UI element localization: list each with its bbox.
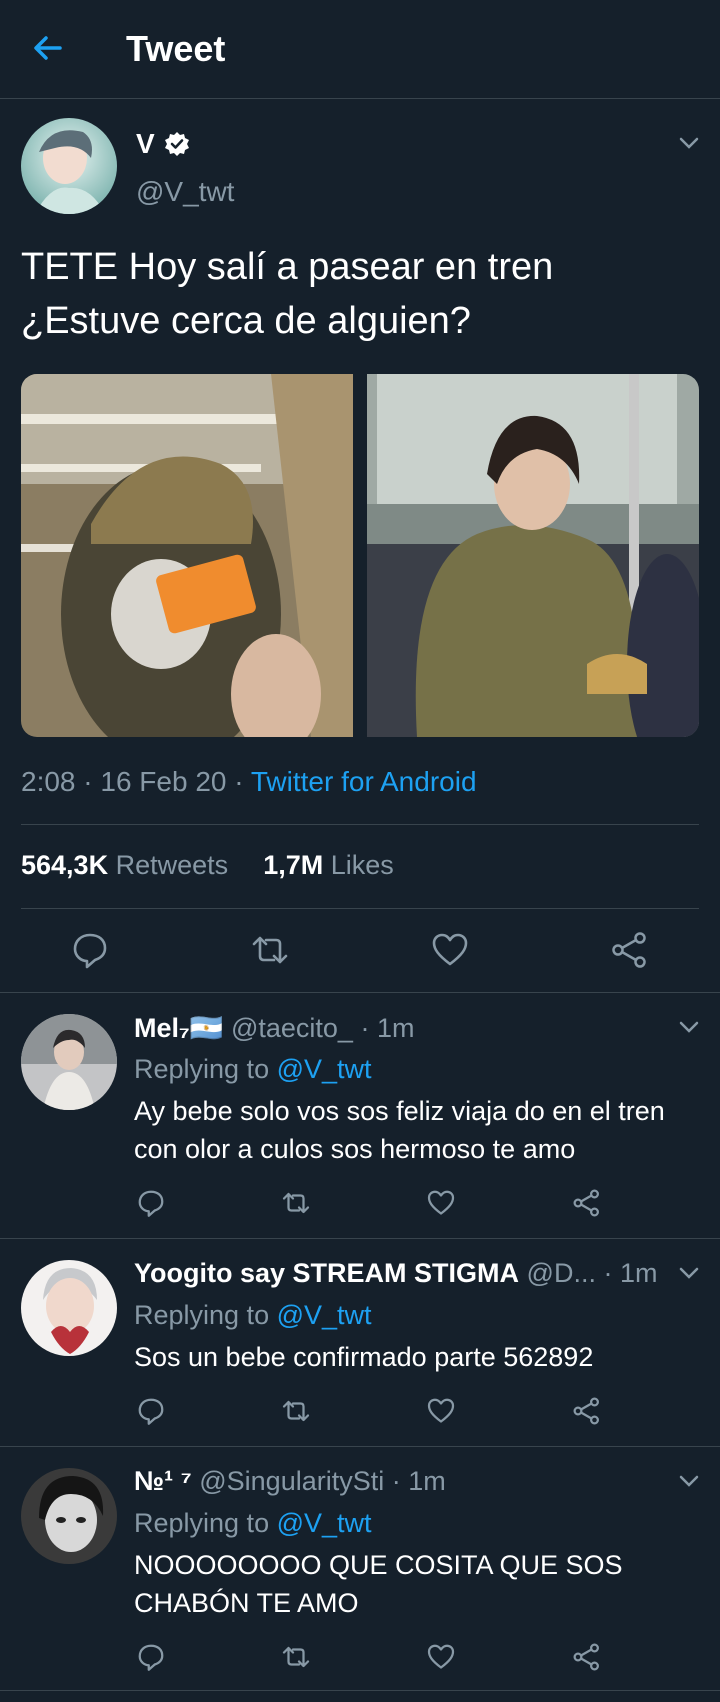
likes-count: 1,7M [263, 850, 324, 880]
like-heart-icon[interactable] [426, 1642, 456, 1672]
likes-stat[interactable]: 1,7M Likes [263, 850, 394, 880]
author-name-row[interactable]: V [136, 128, 191, 160]
retweets-count: 564,3K [21, 850, 109, 880]
divider [21, 908, 699, 909]
reply-text: NOOOOOOOO QUE COSITA QUE SOS CHABÓN TE A… [134, 1546, 704, 1622]
reply-header: №¹ ⁷ @SingularitySti · 1m [134, 1466, 446, 1497]
chevron-down-icon[interactable] [676, 130, 702, 156]
reply-text-line-1: Ay bebe solo vos sos feliz viaja do en e… [134, 1096, 665, 1126]
tweet-stats: 564,3K Retweets 1,7M Likes [21, 850, 394, 881]
tweet-timestamp: 2:08 · 16 Feb 20 · [21, 766, 251, 797]
author-handle[interactable]: @V_twt [136, 176, 234, 208]
divider [0, 1690, 720, 1691]
reply-header: Yoogito say STREAM STIGMA @D... · 1m [134, 1258, 657, 1289]
chevron-down-icon[interactable] [676, 1468, 702, 1494]
reply-time: · 1m [360, 1013, 415, 1043]
replying-to-label: Replying to [134, 1300, 270, 1330]
reply-author-handle[interactable]: @D... [527, 1258, 596, 1288]
reply-text: Sos un bebe confirmado parte 562892 [134, 1338, 704, 1376]
reply-avatar[interactable] [21, 1260, 117, 1356]
reply-author-handle[interactable]: @taecito_ [231, 1013, 353, 1043]
retweet-icon[interactable] [281, 1642, 311, 1672]
reply-header: Mel₇🇦🇷 @taecito_ · 1m [134, 1012, 414, 1044]
reply-text-line-2: con olor a culos sos hermoso te amo [134, 1134, 576, 1164]
reply-icon[interactable] [136, 1642, 166, 1672]
tweet-text-line-2: ¿Estuve cerca de alguien? [21, 300, 471, 342]
replying-to-label: Replying to [134, 1054, 270, 1084]
replying-to-handle[interactable]: @V_twt [277, 1054, 372, 1084]
chevron-down-icon[interactable] [676, 1014, 702, 1040]
divider [0, 1446, 720, 1447]
app-header: Tweet [0, 0, 720, 99]
share-icon[interactable] [572, 1396, 602, 1426]
reply-author-name[interactable]: Yoogito say STREAM STIGMA [134, 1258, 519, 1288]
divider [0, 992, 720, 993]
share-icon[interactable] [610, 930, 650, 970]
retweet-icon[interactable] [281, 1396, 311, 1426]
like-heart-icon[interactable] [430, 930, 470, 970]
retweets-stat[interactable]: 564,3K Retweets [21, 850, 228, 880]
reply-time: · 1m [391, 1466, 446, 1496]
tweet-text-line-1: TETE Hoy salí a pasear en tren [21, 246, 554, 288]
reply-text: Ay bebe solo vos sos feliz viaja do en e… [134, 1092, 704, 1168]
replying-to: Replying to @V_twt [134, 1508, 372, 1539]
chevron-down-icon[interactable] [676, 1260, 702, 1286]
replying-to-label: Replying to [134, 1508, 270, 1538]
retweets-label: Retweets [115, 850, 229, 880]
verified-badge-icon [163, 130, 191, 158]
reply-text-line-2: CHABÓN TE AMO [134, 1588, 359, 1618]
retweet-icon[interactable] [281, 1188, 311, 1218]
tweet-text: TETE Hoy salí a pasear en tren ¿Estuve c… [21, 240, 701, 348]
share-icon[interactable] [572, 1642, 602, 1672]
like-heart-icon[interactable] [426, 1188, 456, 1218]
reply-icon[interactable] [136, 1188, 166, 1218]
reply-avatar[interactable] [21, 1468, 117, 1564]
reply-text-line-1: Sos un bebe confirmado parte 562892 [134, 1342, 594, 1372]
replying-to-handle[interactable]: @V_twt [277, 1508, 372, 1538]
retweet-icon[interactable] [250, 930, 290, 970]
tweet-source-link[interactable]: Twitter for Android [251, 766, 477, 797]
author-avatar[interactable] [21, 118, 117, 214]
tweet-photo-2[interactable] [367, 374, 699, 737]
likes-label: Likes [330, 850, 394, 880]
header-title: Tweet [126, 28, 226, 69]
replying-to-handle[interactable]: @V_twt [277, 1300, 372, 1330]
reply-author-name[interactable]: №¹ ⁷ [134, 1466, 192, 1496]
reply-icon[interactable] [70, 930, 110, 970]
tweet-photo-1[interactable] [21, 374, 353, 737]
reply-author-handle[interactable]: @SingularitySti [199, 1466, 384, 1496]
divider [21, 824, 699, 825]
reply-avatar[interactable] [21, 1014, 117, 1110]
author-name: V [136, 128, 155, 159]
replying-to: Replying to @V_twt [134, 1300, 372, 1331]
reply-text-line-1: NOOOOOOOO QUE COSITA QUE SOS [134, 1550, 623, 1580]
reply-author-name[interactable]: Mel₇🇦🇷 [134, 1013, 223, 1043]
divider [0, 1238, 720, 1239]
reply-icon[interactable] [136, 1396, 166, 1426]
tweet-meta: 2:08 · 16 Feb 20 · Twitter for Android [21, 766, 477, 798]
share-icon[interactable] [572, 1188, 602, 1218]
back-arrow-icon[interactable] [30, 30, 66, 66]
like-heart-icon[interactable] [426, 1396, 456, 1426]
reply-time: · 1m [603, 1258, 658, 1288]
replying-to: Replying to @V_twt [134, 1054, 372, 1085]
